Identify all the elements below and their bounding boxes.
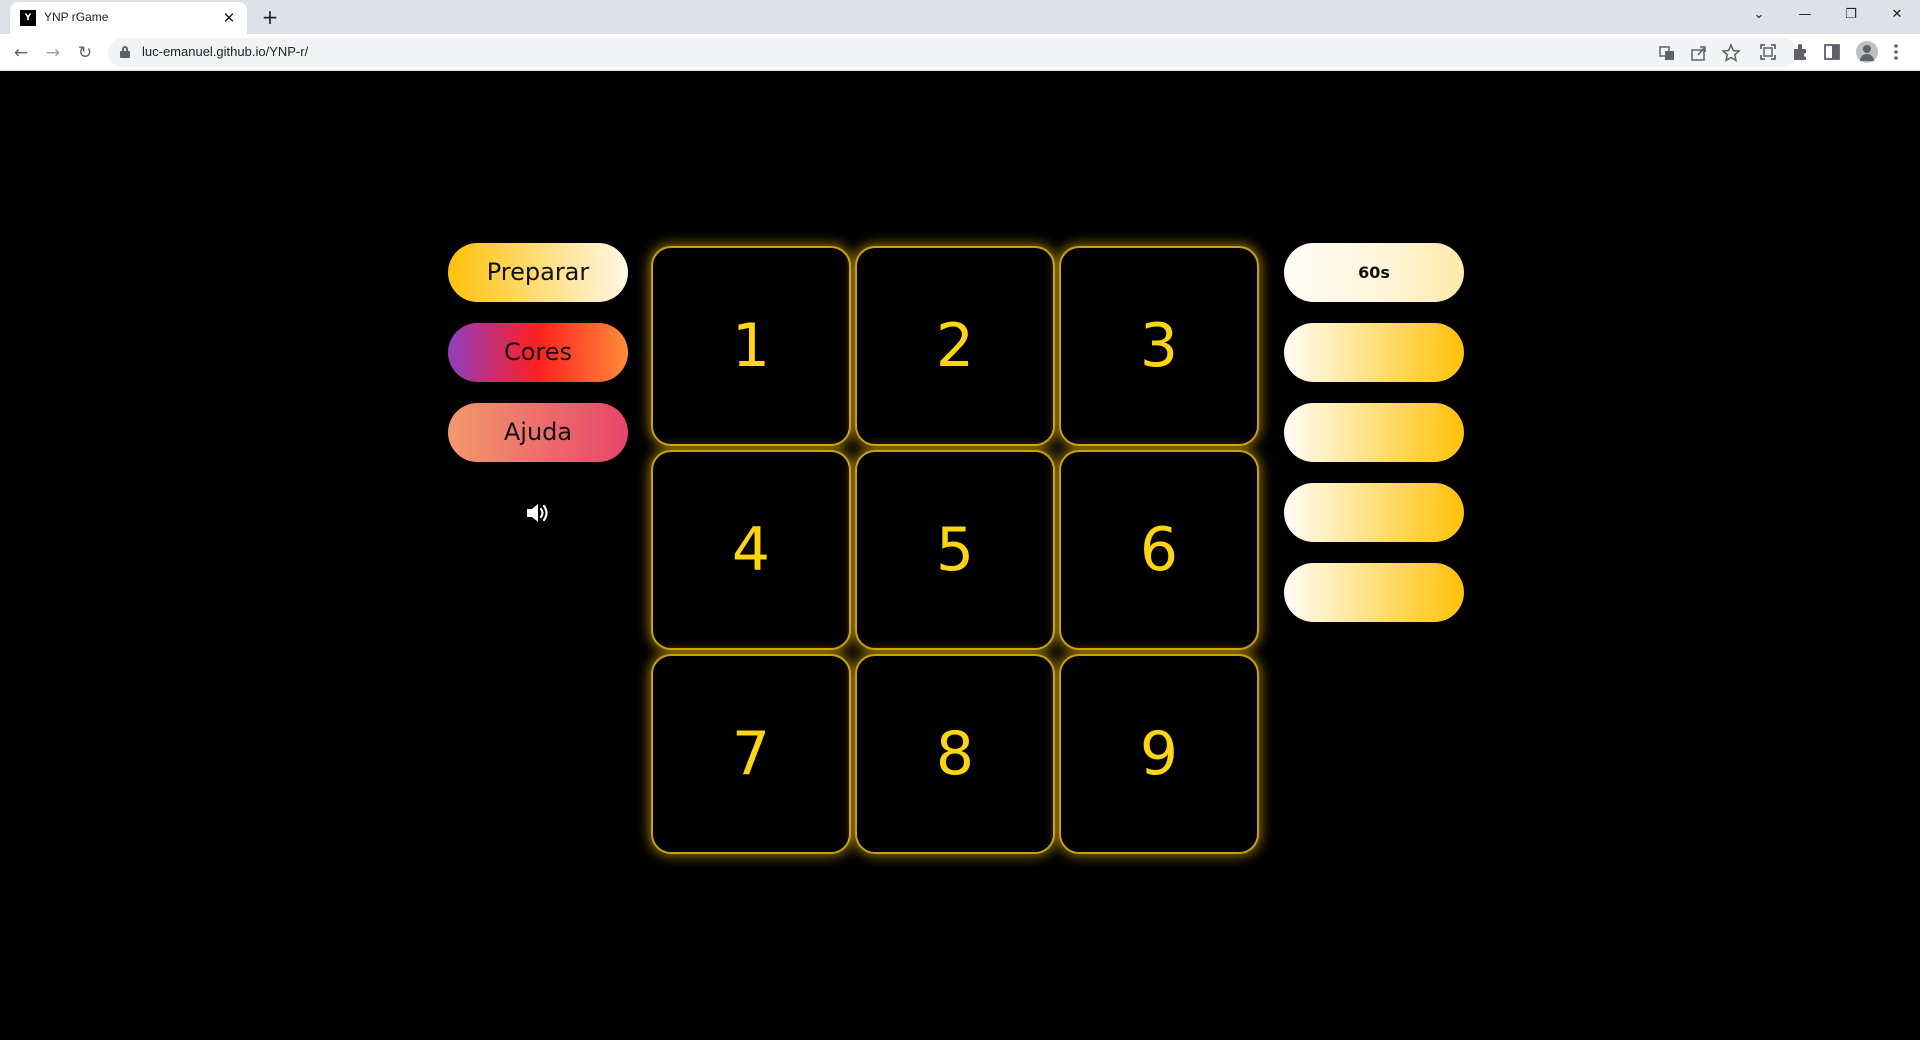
tab-search-icon[interactable]: ⌄ xyxy=(1736,0,1782,30)
restore-button[interactable]: ❐ xyxy=(1828,0,1874,30)
share-icon[interactable] xyxy=(1688,42,1710,64)
score-slot xyxy=(1284,483,1464,542)
minimize-button[interactable]: — xyxy=(1782,0,1828,30)
lock-icon[interactable] xyxy=(120,46,130,58)
ajuda-button[interactable]: Ajuda xyxy=(448,403,628,462)
forward-icon[interactable]: → xyxy=(40,40,66,66)
side-panel-icon[interactable] xyxy=(1820,40,1844,64)
new-tab-button[interactable]: + xyxy=(258,5,282,29)
url-text[interactable]: luc-emanuel.github.io/YNP-r/ xyxy=(142,44,308,59)
reload-icon[interactable]: ↻ xyxy=(72,40,98,66)
preparar-button[interactable]: Preparar xyxy=(448,243,628,302)
score-slot xyxy=(1284,563,1464,622)
grid-cell-2[interactable]: 2 xyxy=(855,246,1055,446)
extensions-icon[interactable] xyxy=(1788,40,1812,64)
tab-title: YNP rGame xyxy=(44,10,109,24)
timer-button[interactable]: 60s xyxy=(1284,243,1464,302)
menu-icon[interactable] xyxy=(1884,40,1908,64)
screenshot-icon[interactable] xyxy=(1756,40,1780,64)
score-slot xyxy=(1284,403,1464,462)
grid-cell-8[interactable]: 8 xyxy=(855,654,1055,854)
grid-cell-1[interactable]: 1 xyxy=(651,246,851,446)
grid-cell-4[interactable]: 4 xyxy=(651,450,851,650)
grid-cell-7[interactable]: 7 xyxy=(651,654,851,854)
volume-icon[interactable] xyxy=(524,500,552,526)
tab-close-icon[interactable]: ✕ xyxy=(219,8,239,28)
grid-cell-3[interactable]: 3 xyxy=(1059,246,1259,446)
translate-icon[interactable] xyxy=(1656,42,1678,64)
profile-icon[interactable] xyxy=(1856,41,1878,63)
cores-button[interactable]: Cores xyxy=(448,323,628,382)
bookmark-star-icon[interactable] xyxy=(1720,42,1742,64)
score-slot xyxy=(1284,323,1464,382)
address-bar[interactable]: luc-emanuel.github.io/YNP-r/ xyxy=(108,38,1798,67)
grid-cell-9[interactable]: 9 xyxy=(1059,654,1259,854)
close-window-button[interactable]: ✕ xyxy=(1874,0,1920,30)
browser-toolbar: ← → ↻ luc-emanuel.github.io/YNP-r/ xyxy=(0,34,1920,71)
grid-cell-5[interactable]: 5 xyxy=(855,450,1055,650)
browser-tab[interactable]: Y YNP rGame ✕ xyxy=(10,2,247,34)
browser-tab-strip: Y YNP rGame ✕ + ⌄ — ❐ ✕ xyxy=(0,0,1920,34)
favicon-icon: Y xyxy=(20,10,36,26)
back-icon[interactable]: ← xyxy=(8,40,34,66)
grid-cell-6[interactable]: 6 xyxy=(1059,450,1259,650)
